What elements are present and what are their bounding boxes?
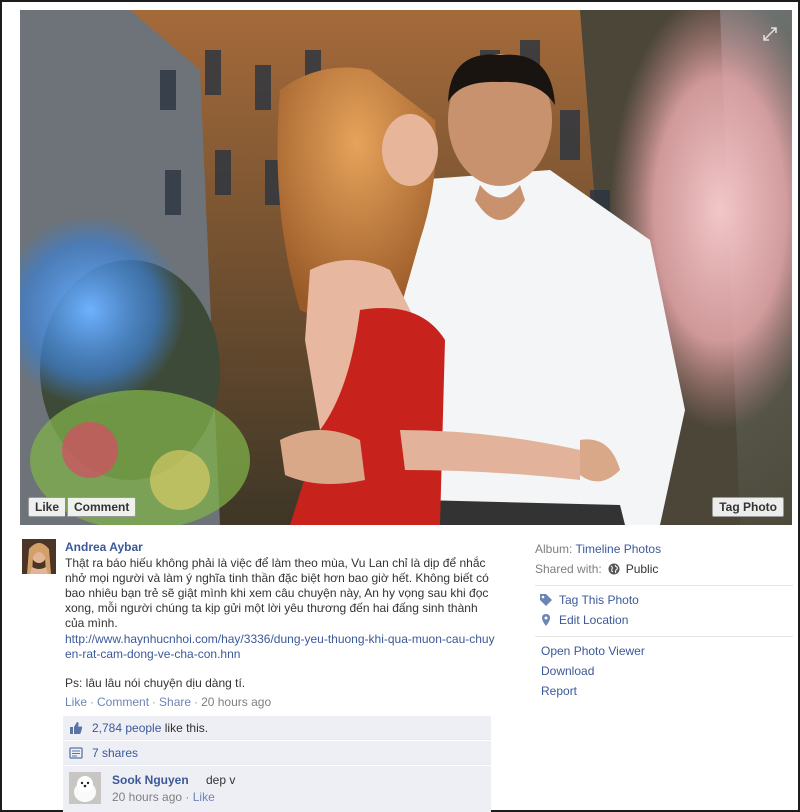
comment-meta: 20 hours ago · Like — [112, 790, 215, 804]
post-author-name[interactable]: Andrea Aybar — [65, 539, 495, 555]
shared-with-label: Shared with: — [535, 562, 602, 576]
privacy-line: Shared with: Public — [535, 559, 793, 579]
globe-icon[interactable] — [608, 563, 620, 575]
album-label: Album: — [535, 542, 573, 556]
thumbs-up-icon — [70, 721, 83, 734]
post-timestamp[interactable]: 20 hours ago — [201, 695, 271, 709]
download-link[interactable]: Download — [541, 661, 793, 681]
location-pin-icon — [542, 614, 550, 626]
post-body: Andrea Aybar Thật ra báo hiếu không phải… — [65, 539, 495, 710]
comment-text: dep v — [206, 773, 236, 787]
likes-suffix: like this. — [164, 720, 209, 735]
comment-like-link[interactable]: Like — [193, 790, 215, 804]
edit-location-link[interactable]: Edit Location — [535, 610, 793, 630]
author-avatar[interactable] — [22, 539, 56, 574]
post-link[interactable]: http://www.haynhucnhoi.com/hay/3336/dung… — [65, 632, 495, 662]
photo-image — [20, 10, 792, 525]
photo-container[interactable]: Like Comment Tag Photo — [20, 10, 792, 525]
photo-sidebar: Album: Timeline Photos Shared with: Publ… — [535, 539, 793, 701]
shares-row: 7 shares — [63, 741, 491, 765]
post-ps-text: Ps: lâu lâu nói chuyện dịu dàng tí. — [65, 676, 246, 690]
likes-row: 2,784 people like this. — [63, 716, 491, 740]
comment-item: Sook Nguyen dep v 20 hours ago · Like — [63, 766, 491, 812]
photo-like-button[interactable]: Like — [28, 497, 66, 517]
album-line: Album: Timeline Photos — [535, 539, 793, 559]
post-share-link[interactable]: Share — [159, 695, 191, 709]
commenter-name[interactable]: Sook Nguyen — [112, 773, 189, 787]
post-actions: Like · Comment · Share · 20 hours ago — [65, 695, 272, 709]
report-link[interactable]: Report — [541, 681, 793, 701]
shares-count-link[interactable]: 7 shares — [92, 746, 138, 760]
post-caption: Thật ra báo hiếu không phải là việc để l… — [65, 556, 493, 630]
commenter-avatar[interactable] — [69, 772, 101, 804]
divider — [535, 636, 793, 637]
feedback-section: 2,784 people like this. 7 shares Sook Ng… — [63, 716, 491, 812]
photo-viewer-frame: Like Comment Tag Photo Andrea Aybar Thật… — [0, 0, 800, 812]
tag-photo-button[interactable]: Tag Photo — [712, 497, 784, 517]
tag-icon — [540, 594, 552, 606]
post-like-link[interactable]: Like — [65, 695, 87, 709]
likes-count-link[interactable]: 2,784 people — [92, 721, 161, 735]
share-icon — [69, 746, 83, 759]
edit-location-label: Edit Location — [559, 613, 629, 627]
privacy-value: Public — [625, 562, 659, 576]
album-link[interactable]: Timeline Photos — [575, 542, 661, 556]
photo-comment-button[interactable]: Comment — [67, 497, 137, 517]
expand-icon[interactable] — [762, 26, 778, 42]
post-comment-link[interactable]: Comment — [97, 695, 149, 709]
tag-this-photo-link[interactable]: Tag This Photo — [535, 590, 793, 610]
divider — [535, 585, 793, 586]
open-photo-viewer-link[interactable]: Open Photo Viewer — [541, 641, 793, 661]
tag-this-photo-label: Tag This Photo — [559, 593, 639, 607]
comment-timestamp[interactable]: 20 hours ago — [112, 790, 182, 804]
